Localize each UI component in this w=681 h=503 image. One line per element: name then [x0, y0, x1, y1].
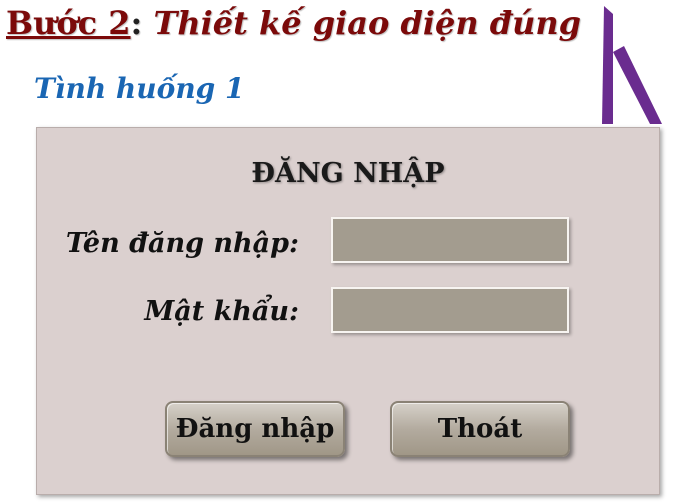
heading-topic: Thiết kế giao diện đúng — [153, 4, 582, 42]
login-dialog: ĐĂNG NHẬP Tên đăng nhập: Mật khẩu: Đăng … — [36, 127, 660, 495]
username-label: Tên đăng nhập: — [65, 228, 299, 259]
exit-button[interactable]: Thoát — [390, 401, 570, 457]
login-dialog-title: ĐĂNG NHẬP — [251, 158, 445, 189]
username-input[interactable] — [331, 217, 569, 263]
slide-heading: Bước 2: Thiết kế giao diện đúng — [6, 4, 581, 42]
heading-separator: : — [130, 4, 143, 42]
password-input[interactable] — [331, 287, 569, 333]
h-letter-logo-icon — [602, 6, 662, 124]
login-button[interactable]: Đăng nhập — [165, 401, 345, 457]
password-label: Mật khẩu: — [144, 296, 299, 327]
scenario-title: Tình huống 1 — [34, 72, 245, 105]
step-label: Bước 2 — [6, 4, 131, 42]
